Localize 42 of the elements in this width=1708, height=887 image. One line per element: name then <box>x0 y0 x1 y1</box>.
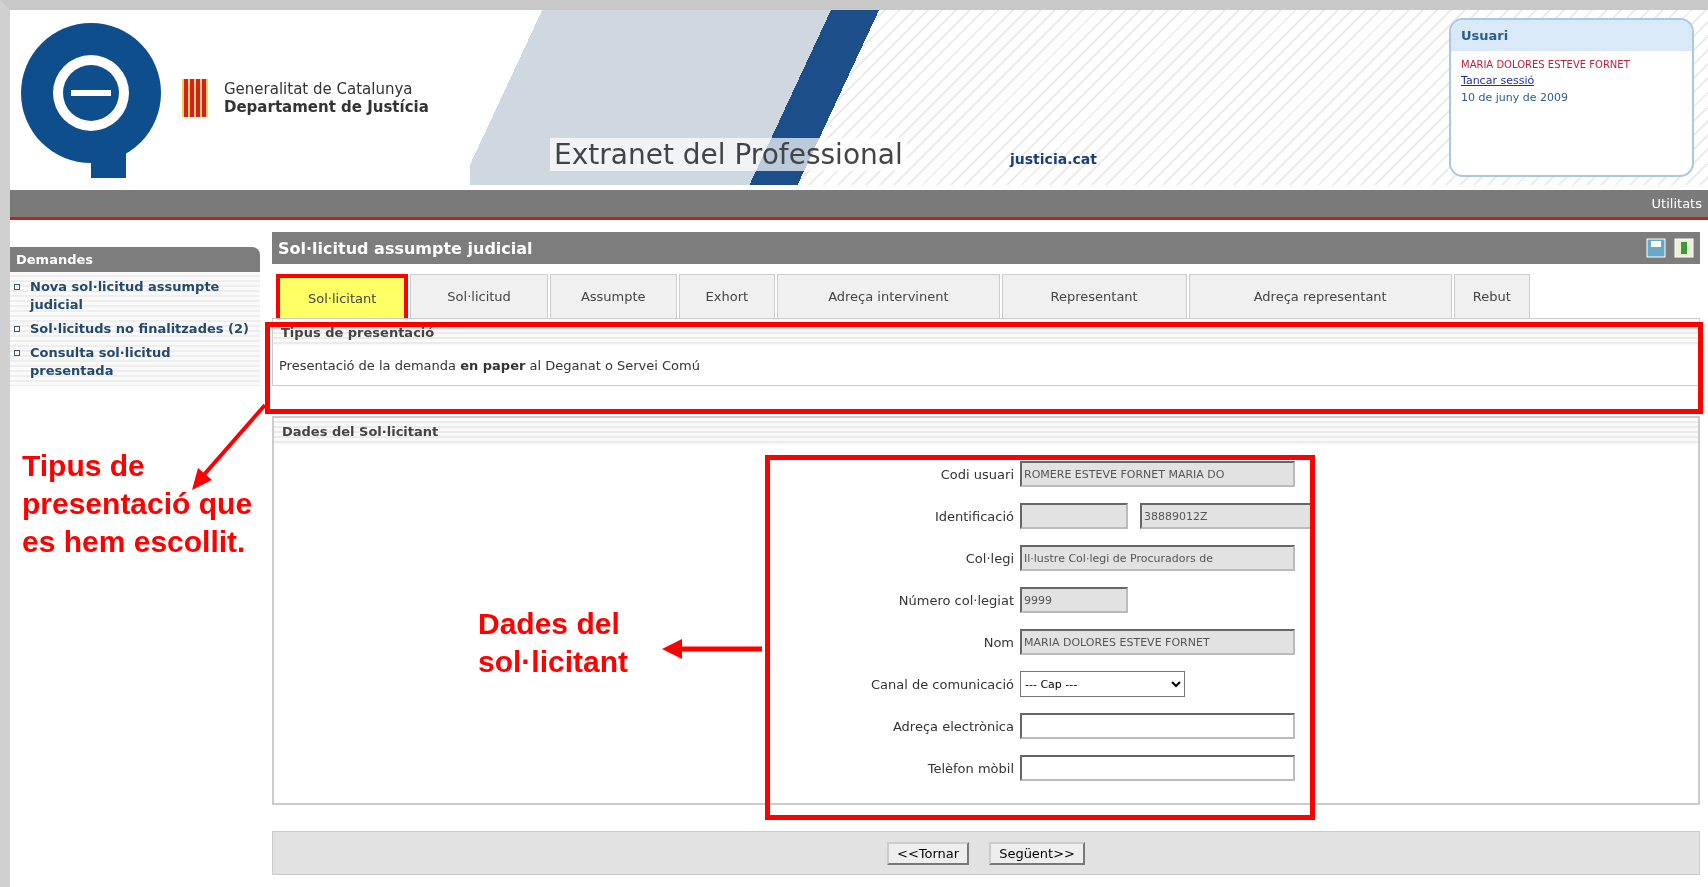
input-field[interactable] <box>1020 755 1295 781</box>
field-label: Codi usuari <box>939 466 1014 482</box>
logout-link[interactable]: Tancar sessió <box>1461 74 1682 87</box>
site-logo: justicia.cat <box>1010 151 1097 167</box>
field-label: Nom <box>982 634 1014 650</box>
user-name: MARIA DOLORES ESTEVE FORNET <box>1461 59 1631 70</box>
tab[interactable]: Sol·licitant <box>276 274 409 318</box>
presentation-text: Presentació de la demanda en paper al Deganat o Servei Comú <box>278 357 701 375</box>
organization-name: Departament de Justícia <box>224 97 429 116</box>
sidebar-title: Demandes <box>10 247 260 272</box>
panel-title: Sol·licitud assumpte judicial <box>278 238 533 258</box>
field-label: Col·legi <box>964 550 1014 566</box>
tab[interactable]: Assumpte <box>549 274 677 318</box>
tab[interactable]: Sol·licitud <box>410 274 548 318</box>
user-panel-title: Usuari <box>1451 20 1692 51</box>
utilities-link[interactable]: Utilitats <box>1651 196 1702 211</box>
annotation-text: Tipus de presentació que es hem escollit. <box>22 448 254 560</box>
date-text: 10 de juny de 2009 <box>1461 91 1569 104</box>
tab[interactable]: Exhort <box>678 274 776 318</box>
sidebar-item[interactable]: Sol·licituds no finalitzades (2) <box>14 320 256 338</box>
back-button[interactable]: <<Tornar <box>887 841 970 865</box>
flag-icon <box>182 78 208 117</box>
field-label: Número col·legiat <box>897 592 1014 608</box>
tab[interactable]: Adreça intervinent <box>777 274 1000 318</box>
field-label: Telèfon mòbil <box>926 760 1014 776</box>
banner-title: Extranet del Professional <box>550 138 907 171</box>
organization-name: Generalitat de Catalunya <box>224 79 414 98</box>
tab[interactable]: Representant <box>1001 274 1187 318</box>
field-label: Adreça electrònica <box>891 718 1014 734</box>
sidebar-item[interactable]: Consulta sol·licitud presentada <box>14 344 256 380</box>
save-icon[interactable] <box>1646 238 1666 258</box>
section-title: Dades del Sol·licitant <box>274 418 1698 445</box>
sidebar-item[interactable]: Nova sol·licitud assumpte judicial <box>14 278 256 314</box>
tab[interactable]: Rebut <box>1453 274 1530 318</box>
channel-select[interactable]: --- Cap --- <box>1020 671 1185 697</box>
input-field[interactable] <box>1020 713 1295 739</box>
tab[interactable]: Adreça representant <box>1188 274 1452 318</box>
field-label: Identificació <box>933 508 1014 524</box>
next-button[interactable]: Següent>> <box>989 841 1085 865</box>
annotation-text: Dades del sol·licitant <box>478 606 629 680</box>
field-label: Canal de comunicació <box>869 676 1014 692</box>
help-icon[interactable] <box>1674 238 1694 258</box>
